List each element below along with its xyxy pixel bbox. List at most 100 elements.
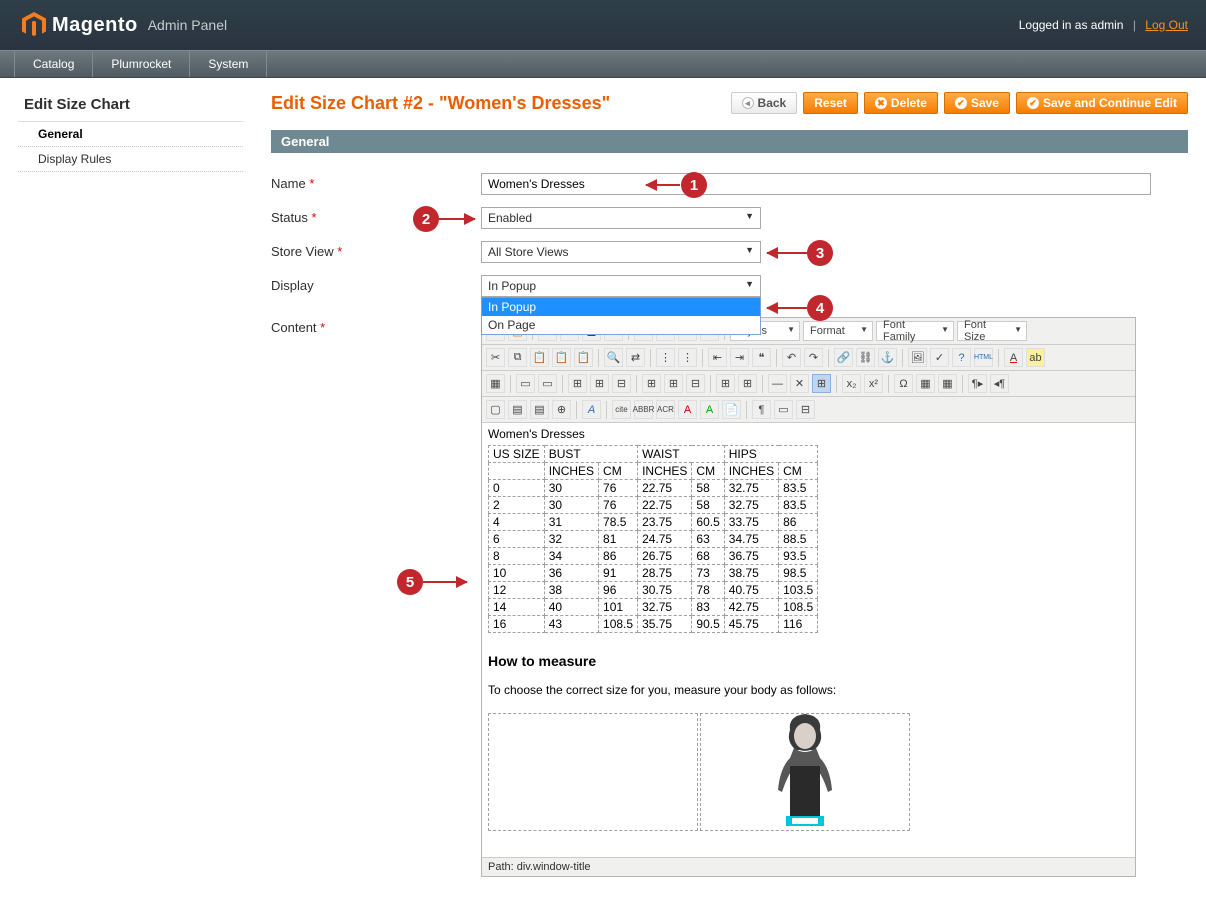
tb-layerfwd-icon[interactable]: ▤: [508, 400, 527, 419]
tb-styleprops-icon[interactable]: A: [582, 400, 601, 419]
callout-2: 2: [413, 206, 439, 232]
tb-cellprops-icon[interactable]: ▭: [538, 374, 557, 393]
magento-icon: [22, 12, 46, 38]
tb-table-icon[interactable]: ▦: [486, 374, 505, 393]
tb-ins-icon[interactable]: A: [700, 400, 719, 419]
tb-colafter-icon[interactable]: ⊞: [664, 374, 683, 393]
admin-header: Magento Admin Panel Logged in as admin |…: [0, 0, 1206, 50]
tb-pasteword-icon[interactable]: 📋: [574, 348, 593, 367]
tb-removeformat-icon[interactable]: ✕: [790, 374, 809, 393]
reset-button[interactable]: Reset: [803, 92, 858, 114]
arrow-3: [767, 252, 807, 254]
tb-colbefore-icon[interactable]: ⊞: [642, 374, 661, 393]
tb-format-select[interactable]: Format: [803, 321, 873, 341]
arrow-5: [423, 581, 467, 583]
tb-visualchars-icon[interactable]: ¶: [752, 400, 771, 419]
tb-sup-icon[interactable]: x²: [864, 374, 883, 393]
tb-mergecells-icon[interactable]: ⊞: [738, 374, 757, 393]
editor-content[interactable]: Women's Dresses US SIZE BUST WAIST HIPS: [482, 422, 1135, 857]
tb-ol-icon[interactable]: ⋮: [678, 348, 697, 367]
tb-link-icon[interactable]: 🔗: [834, 348, 853, 367]
tb-forecolor-icon[interactable]: A: [1004, 348, 1023, 367]
table-row: 12389630.757840.75103.5: [489, 582, 818, 599]
panel-text: Admin Panel: [148, 17, 227, 33]
tb-attribs-icon[interactable]: 📄: [722, 400, 741, 419]
tb-paste-icon[interactable]: 📋: [530, 348, 549, 367]
save-icon: ✔: [955, 97, 967, 109]
tb-insertimage-icon[interactable]: 🖼: [908, 348, 927, 367]
tb-hr-icon[interactable]: —: [768, 374, 787, 393]
tb-rowafter-icon[interactable]: ⊞: [590, 374, 609, 393]
table-row: 6328124.756334.7588.5: [489, 531, 818, 548]
tb-media2-icon[interactable]: ▦: [938, 374, 957, 393]
tb-copy-icon[interactable]: ⧉: [508, 348, 527, 367]
tb-html-icon[interactable]: HTML: [974, 348, 993, 367]
tb-rowbefore-icon[interactable]: ⊞: [568, 374, 587, 393]
table-row: 43178.523.7560.533.7586: [489, 514, 818, 531]
tb-rtl-icon[interactable]: ◂¶: [990, 374, 1009, 393]
tb-media-icon[interactable]: ▦: [916, 374, 935, 393]
tb-del-icon[interactable]: A: [678, 400, 697, 419]
label-storeview: Store View *: [271, 241, 481, 259]
save-button[interactable]: ✔Save: [944, 92, 1010, 114]
display-option-onpage[interactable]: On Page: [482, 316, 760, 334]
logout-link[interactable]: Log Out: [1145, 18, 1188, 32]
tb-fontfamily-select[interactable]: Font Family: [876, 321, 954, 341]
tb-rowprops-icon[interactable]: ▭: [516, 374, 535, 393]
tb-outdent-icon[interactable]: ⇤: [708, 348, 727, 367]
tb-backcolor-icon[interactable]: ab: [1026, 348, 1045, 367]
person-illustration: [750, 713, 860, 830]
how-to-measure-desc: To choose the correct size for you, meas…: [488, 683, 1129, 697]
measure-image-1: [488, 713, 698, 831]
save-continue-button[interactable]: ✔Save and Continue Edit: [1016, 92, 1188, 114]
magento-logo: Magento Admin Panel: [22, 12, 227, 38]
tb-undo-icon[interactable]: ↶: [782, 348, 801, 367]
tb-cleanup-icon[interactable]: ✓: [930, 348, 949, 367]
tb-find-icon[interactable]: 🔍: [604, 348, 623, 367]
tb-layerback-icon[interactable]: ▤: [530, 400, 549, 419]
nav-system[interactable]: System: [190, 51, 267, 77]
tb-unlink-icon[interactable]: ⛓: [856, 348, 875, 367]
tb-redo-icon[interactable]: ↷: [804, 348, 823, 367]
tb-rowdelete-icon[interactable]: ⊟: [612, 374, 631, 393]
tb-splitcells-icon[interactable]: ⊞: [716, 374, 735, 393]
tb-layer-icon[interactable]: ▢: [486, 400, 505, 419]
table-row: INCHESCM INCHESCM INCHESCM: [489, 463, 818, 480]
storeview-select[interactable]: All Store Views: [481, 241, 761, 263]
tb-acronym-icon[interactable]: ACR: [656, 400, 675, 419]
status-select[interactable]: Enabled: [481, 207, 761, 229]
tb-pagebreak-icon[interactable]: ⊟: [796, 400, 815, 419]
tb-coldelete-icon[interactable]: ⊟: [686, 374, 705, 393]
tb-abslayer-icon[interactable]: ⊕: [552, 400, 571, 419]
tb-ltr-icon[interactable]: ¶▸: [968, 374, 987, 393]
tb-help-icon[interactable]: ?: [952, 348, 971, 367]
tb-nbsp-icon[interactable]: ▭: [774, 400, 793, 419]
tb-indent-icon[interactable]: ⇥: [730, 348, 749, 367]
nav-catalog[interactable]: Catalog: [14, 51, 93, 77]
tb-abbr-icon[interactable]: ABBR: [634, 400, 653, 419]
tb-fontsize-select[interactable]: Font Size: [957, 321, 1027, 341]
sidebar-item-general[interactable]: General: [18, 122, 243, 147]
nav-plumrocket[interactable]: Plumrocket: [93, 51, 190, 77]
sidebar-item-display-rules[interactable]: Display Rules: [18, 147, 243, 172]
form: Name * 1 Status * Enabled 2 Store View *: [271, 153, 1188, 877]
delete-button[interactable]: ✖Delete: [864, 92, 938, 114]
display-select[interactable]: In Popup: [481, 275, 761, 297]
tb-blockquote-icon[interactable]: ❝: [752, 348, 771, 367]
tb-pastetext-icon[interactable]: 📋: [552, 348, 571, 367]
tb-ul-icon[interactable]: ⋮: [656, 348, 675, 367]
tb-anchor-icon[interactable]: ⚓: [878, 348, 897, 367]
name-input[interactable]: [481, 173, 1151, 195]
tb-visualaid-icon[interactable]: ⊞: [812, 374, 831, 393]
display-option-inpopup[interactable]: In Popup: [482, 298, 760, 316]
tb-replace-icon[interactable]: ⇄: [626, 348, 645, 367]
tb-charmap-icon[interactable]: Ω: [894, 374, 913, 393]
editor-path: Path: div.window-title: [482, 857, 1135, 876]
measure-image-2: [700, 713, 910, 831]
tb-cite-icon[interactable]: cite: [612, 400, 631, 419]
header-account: Logged in as admin | Log Out: [1019, 18, 1188, 32]
tb-cut-icon[interactable]: ✂: [486, 348, 505, 367]
back-button[interactable]: ◂Back: [731, 92, 798, 114]
delete-icon: ✖: [875, 97, 887, 109]
tb-sub-icon[interactable]: x₂: [842, 374, 861, 393]
